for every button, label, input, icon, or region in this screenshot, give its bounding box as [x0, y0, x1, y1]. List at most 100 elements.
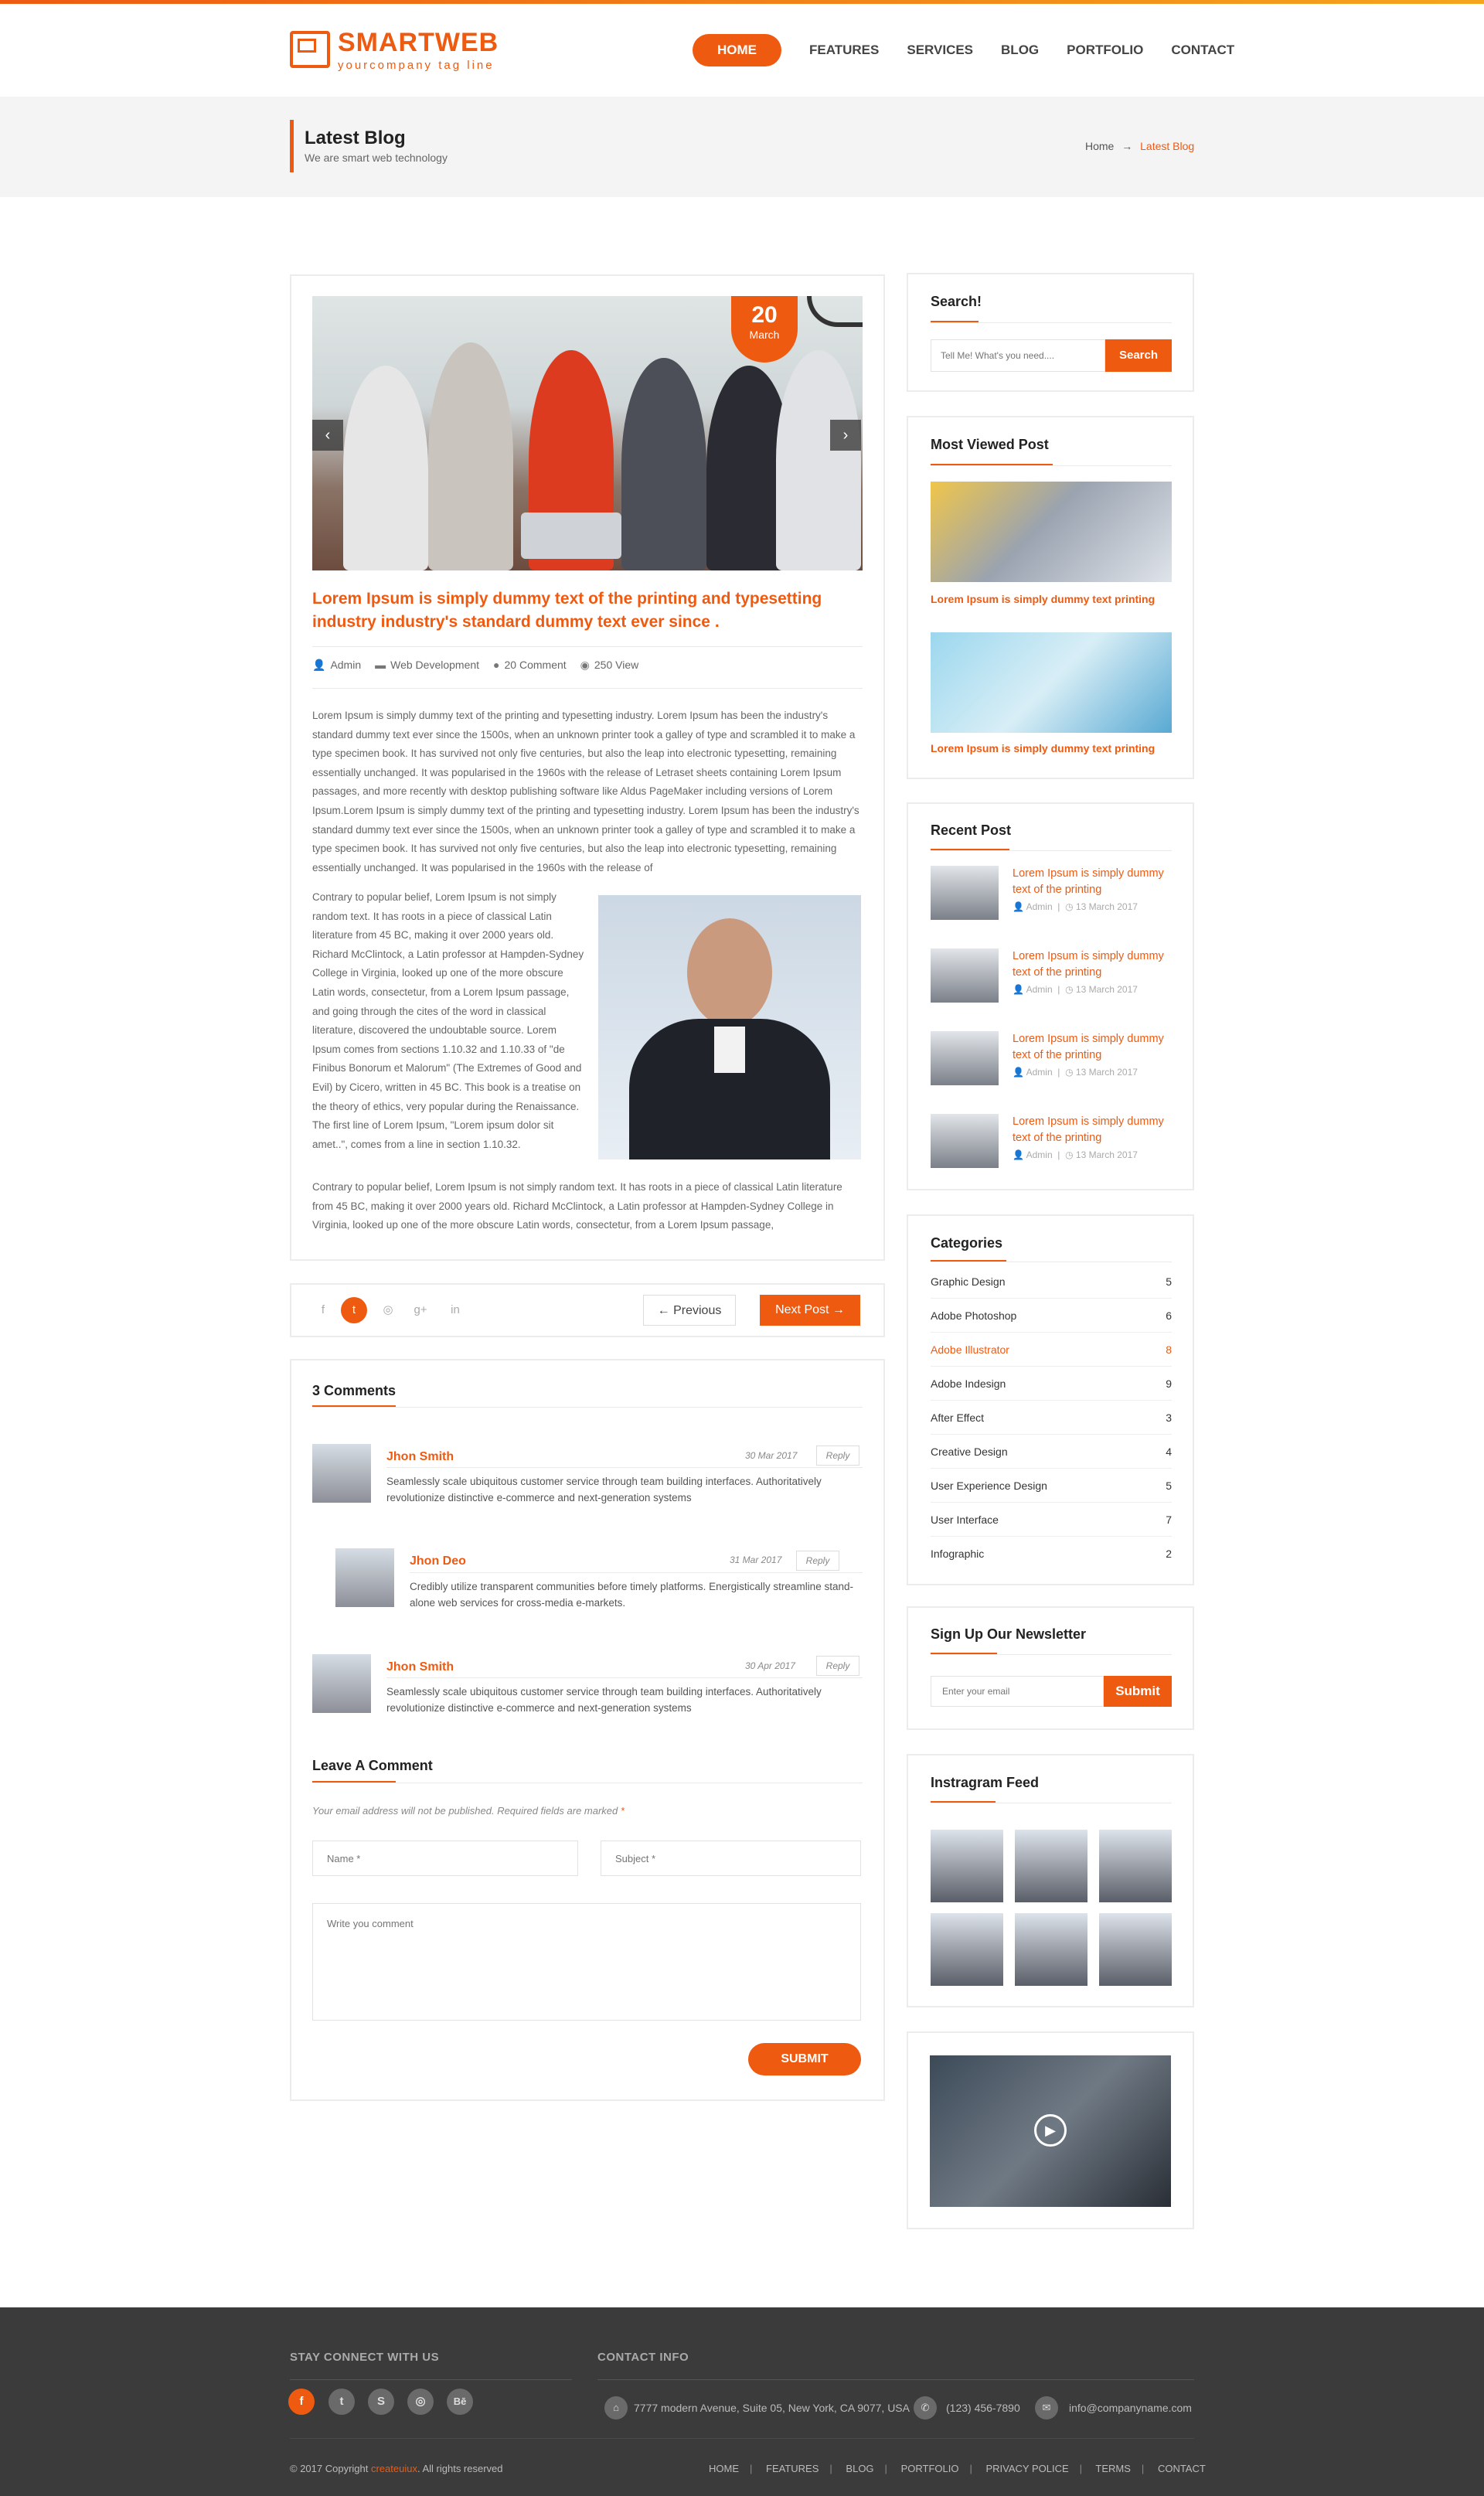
most-viewed-link[interactable]: Lorem Ipsum is simply dummy text printin… — [931, 593, 1155, 605]
footer-link-terms[interactable]: TERMS — [1095, 2463, 1131, 2474]
copyright-brand-link[interactable]: createuiux — [371, 2463, 417, 2474]
instagram-photo[interactable] — [931, 1913, 1003, 1986]
category-item[interactable]: Adobe Photoshop 6 — [931, 1299, 1172, 1333]
footer-link-features[interactable]: FEATURES — [766, 2463, 819, 2474]
submit-comment-button[interactable]: SUBMIT — [748, 2043, 861, 2075]
name-field[interactable] — [312, 1841, 578, 1876]
footer-link-portfolio[interactable]: PORTFOLIO — [901, 2463, 959, 2474]
search-button[interactable]: Search — [1105, 339, 1172, 372]
comment-avatar — [312, 1654, 371, 1713]
category-item[interactable]: Infographic 2 — [931, 1537, 1172, 1571]
divider — [386, 1467, 863, 1468]
footer-nav: HOME | FEATURES | BLOG | PORTFOLIO | PRIVACY… — [709, 2463, 1206, 2474]
facebook-icon[interactable]: f — [288, 2389, 315, 2415]
category-item[interactable]: After Effect 3 — [931, 1401, 1172, 1435]
slider-next-button[interactable]: › — [830, 420, 861, 451]
breadcrumb: Home → Latest Blog — [1085, 140, 1194, 152]
most-viewed-thumb[interactable] — [931, 482, 1172, 582]
footer-link-home[interactable]: HOME — [709, 2463, 739, 2474]
next-post-button[interactable]: Next Post → — [760, 1295, 860, 1326]
divider — [386, 1677, 863, 1678]
footer-email[interactable]: info@companyname.com — [1069, 2402, 1192, 2414]
instagram-photo[interactable] — [1099, 1830, 1172, 1902]
most-viewed-thumb[interactable] — [931, 632, 1172, 733]
breadcrumb-home[interactable]: Home — [1085, 140, 1114, 152]
recent-post-thumb[interactable] — [931, 866, 999, 920]
comment-author[interactable]: Jhon Smith — [386, 1660, 454, 1674]
subject-field[interactable] — [601, 1841, 861, 1876]
category-item[interactable]: User Experience Design 5 — [931, 1469, 1172, 1503]
twitter-icon[interactable]: t — [328, 2389, 355, 2415]
slider-prev-button[interactable]: ‹ — [312, 420, 343, 451]
instagram-icon[interactable]: ◎ — [375, 1297, 401, 1323]
behance-icon[interactable]: Bē — [447, 2389, 473, 2415]
dribbble-icon[interactable]: ◎ — [407, 2389, 434, 2415]
recent-post-title[interactable]: Lorem Ipsum is simply dummy text of the … — [1013, 1031, 1172, 1064]
reply-button[interactable]: Reply — [816, 1656, 859, 1676]
category-item[interactable]: Graphic Design 5 — [931, 1265, 1172, 1299]
twitter-icon[interactable]: t — [341, 1297, 367, 1323]
nav-blog[interactable]: BLOG — [1001, 43, 1039, 58]
instagram-photo[interactable] — [1099, 1913, 1172, 1986]
recent-post-title[interactable]: Lorem Ipsum is simply dummy text of the … — [1013, 1114, 1172, 1146]
search-input[interactable] — [931, 339, 1105, 372]
post-comments-count[interactable]: ● 20 Comment — [493, 659, 567, 672]
category-item-active[interactable]: Adobe Illustrator 8 — [931, 1333, 1172, 1367]
footer-social-heading: STAY CONNECT WITH US — [290, 2351, 440, 2364]
footer-link-blog[interactable]: BLOG — [846, 2463, 873, 2474]
skype-icon[interactable]: S — [368, 2389, 394, 2415]
nav-services[interactable]: SERVICES — [907, 43, 973, 58]
nav-portfolio[interactable]: PORTFOLIO — [1067, 43, 1143, 58]
divider — [410, 1572, 863, 1573]
clock-icon: ◷ — [1065, 984, 1076, 995]
recent-post-thumb[interactable] — [931, 948, 999, 1003]
instagram-photo[interactable] — [1015, 1830, 1087, 1902]
newsletter-submit-button[interactable]: Submit — [1104, 1676, 1172, 1707]
footer-phone[interactable]: (123) 456-7890 — [946, 2402, 1020, 2414]
post-author[interactable]: 👤 Admin — [312, 659, 361, 672]
post-date-badge: 20 March — [731, 296, 798, 363]
reply-button[interactable]: Reply — [796, 1551, 839, 1571]
instagram-photo[interactable] — [1015, 1913, 1087, 1986]
comment-field[interactable] — [312, 1903, 861, 2021]
facebook-icon[interactable]: f — [310, 1297, 336, 1323]
comment-author[interactable]: Jhon Smith — [386, 1450, 454, 1464]
home-icon: ⌂ — [604, 2396, 628, 2419]
play-icon[interactable]: ▶ — [1034, 2114, 1067, 2147]
most-viewed-link[interactable]: Lorem Ipsum is simply dummy text printin… — [931, 742, 1155, 754]
brand-name: SMARTWEB — [338, 28, 499, 57]
category-item[interactable]: Adobe Indesign 9 — [931, 1367, 1172, 1401]
post-title[interactable]: Lorem Ipsum is simply dummy text of the … — [312, 587, 863, 634]
category-item[interactable]: Creative Design 4 — [931, 1435, 1172, 1469]
search-heading: Search! — [931, 294, 982, 309]
brand-logo[interactable]: SMARTWEB yourcompany tag line — [290, 28, 506, 74]
breadcrumb-current: Latest Blog — [1140, 140, 1195, 152]
page-title: Latest Blog — [305, 128, 406, 148]
newsletter-email-input[interactable] — [931, 1676, 1104, 1707]
footer-link-contact[interactable]: CONTACT — [1158, 2463, 1206, 2474]
recent-post-thumb[interactable] — [931, 1031, 999, 1085]
google-plus-icon[interactable]: g+ — [407, 1297, 434, 1323]
comment-author[interactable]: Jhon Deo — [410, 1554, 466, 1568]
previous-post-button[interactable]: ← Previous — [643, 1295, 736, 1326]
page-subtitle: We are smart web technology — [305, 152, 448, 164]
comment-text: Credibly utilize transparent communities… — [410, 1581, 853, 1609]
nav-features[interactable]: FEATURES — [809, 43, 879, 58]
reply-button[interactable]: Reply — [816, 1446, 859, 1466]
linkedin-icon[interactable]: in — [442, 1297, 468, 1323]
footer-contact-heading: CONTACT INFO — [597, 2351, 689, 2364]
category-item[interactable]: User Interface 7 — [931, 1503, 1172, 1537]
post-category[interactable]: ▬ Web Development — [375, 659, 479, 672]
logo-icon — [290, 31, 330, 68]
nav-home[interactable]: HOME — [693, 34, 781, 66]
category-list: Graphic Design 5 Adobe Photoshop 6 Adobe I… — [931, 1265, 1172, 1571]
recent-post-title[interactable]: Lorem Ipsum is simply dummy text of the … — [1013, 866, 1172, 898]
recent-post-thumb[interactable] — [931, 1114, 999, 1168]
newsletter-widget — [907, 1606, 1194, 1730]
instagram-photo[interactable] — [931, 1830, 1003, 1902]
nav-contact[interactable]: CONTACT — [1171, 43, 1234, 58]
newsletter-heading: Sign Up Our Newsletter — [931, 1626, 1087, 1642]
recent-post-title[interactable]: Lorem Ipsum is simply dummy text of the … — [1013, 948, 1172, 981]
user-icon: 👤 — [1013, 984, 1026, 995]
footer-link-privacy[interactable]: PRIVACY POLICE — [985, 2463, 1068, 2474]
